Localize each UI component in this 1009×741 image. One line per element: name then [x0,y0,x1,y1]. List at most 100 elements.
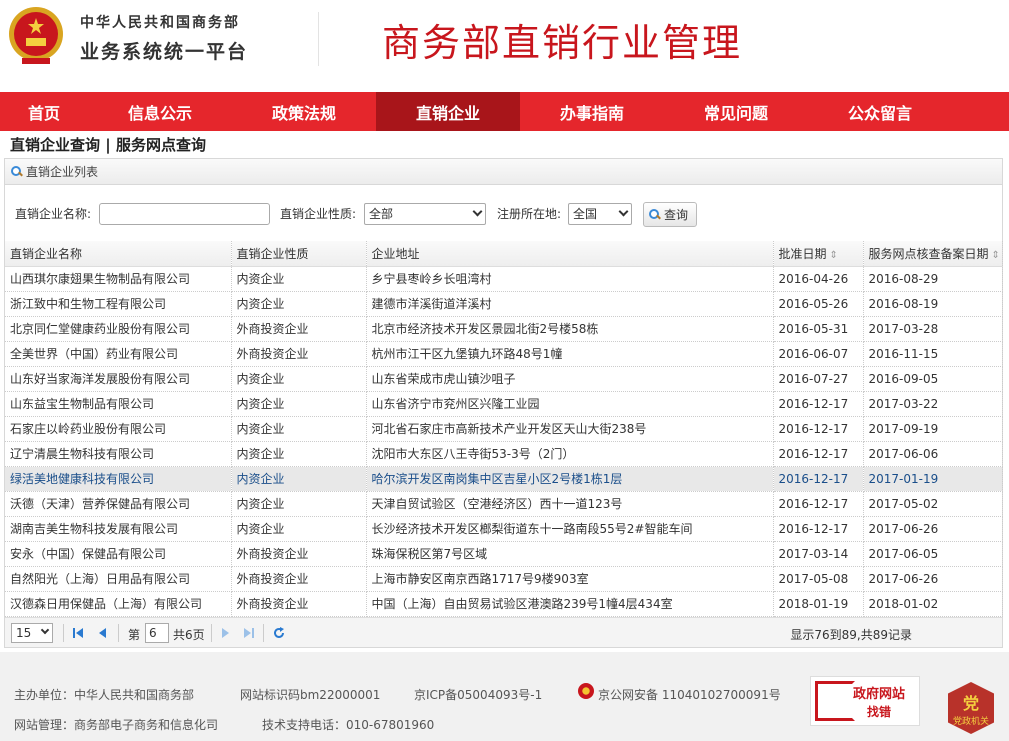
current-page-input[interactable]: 6 [145,623,169,643]
table-row[interactable]: 汉德森日用保健品（上海）有限公司 外商投资企业 中国（上海）自由贸易试验区港澳路23… [5,591,1003,617]
nav-item-enterprises[interactable]: 直销企业 [376,92,520,131]
table-row[interactable]: 辽宁清晨生物科技有限公司 内资企业 沈阳市大东区八王寺街53-3号（2门） 2016-… [5,441,1003,467]
table-row[interactable]: 山东好当家海洋发展股份有限公司 内资企业 山东省荣成市虎山镇沙咀子 2016-07-2… [5,366,1003,392]
col-header-approval-date[interactable]: 批准日期 [773,241,864,267]
enterprise-name-input[interactable] [99,203,270,225]
footer-police-record[interactable]: 京公网安备 11040102700091号 [598,686,781,703]
refresh-icon[interactable] [273,626,285,640]
cell-approval-date: 2016-12-17 [773,491,864,517]
footer-manager: 网站管理：商务部电子商务和信息化司 [14,718,219,732]
table-row[interactable]: 绿活美地健康科技有限公司 内资企业 哈尔滨开发区南岗集中区吉星小区2号楼1栋1层 20… [5,466,1003,492]
page-size-value: 15 [16,626,32,640]
cell-approval-date: 2017-05-08 [773,566,864,592]
page-size-select[interactable]: 15 [11,623,53,643]
footer-site-id: 网站标识码bm22000001 [240,688,381,702]
section-tabs: 直销企业查询 | 服务网点查询 [10,134,206,155]
cell-name: 浙江致中和生物工程有限公司 [5,291,232,317]
region-value: 全国 [573,207,598,221]
nav-item-messages[interactable]: 公众留言 [808,92,952,131]
cell-type: 内资企业 [231,491,367,517]
cell-type: 外商投资企业 [231,591,367,617]
cell-approval-date: 2016-06-07 [773,341,864,367]
gov-badge-line1: 政府网站 [853,687,906,702]
cell-filing-date: 2017-06-26 [863,516,1003,542]
cell-type: 内资企业 [231,366,367,392]
party-badge-sub: 党政机关 [952,717,989,727]
enterprise-type-select[interactable]: 全部 [364,203,486,225]
first-page-icon[interactable] [72,626,84,640]
cell-name: 汉德森日用保健品（上海）有限公司 [5,591,232,617]
gov-website-error-report-badge[interactable]: 政府网站 找错 [810,676,920,726]
table-row[interactable]: 山西琪尔康翅果生物制品有限公司 内资企业 乡宁县枣岭乡长咀湾村 2016-04-26 2… [5,266,1003,292]
cell-approval-date: 2016-12-17 [773,391,864,417]
org-name: 中华人民共和国商务部 业务系统统一平台 [80,12,248,64]
page-prefix: 第 [128,628,141,642]
table-row[interactable]: 石家庄以岭药业股份有限公司 内资企业 河北省石家庄市高新技术产业开发区天山大街238… [5,416,1003,442]
table-row[interactable]: 安永（中国）保健品有限公司 外商投资企业 珠海保税区第7号区域 2017-03-14 2… [5,541,1003,567]
pager-divider [211,624,212,642]
footer-support: 技术支持电话：010-67801960 [262,718,435,732]
cell-name: 石家庄以岭药业股份有限公司 [5,416,232,442]
current-page-value: 6 [149,626,157,640]
table-row[interactable]: 沃德（天津）营养保健品有限公司 内资企业 天津自贸试验区（空港经济区）西十一道123… [5,491,1003,517]
cell-approval-date: 2017-03-14 [773,541,864,567]
nav-item-info[interactable]: 信息公示 [88,92,232,131]
name-label: 直销企业名称: [15,207,92,221]
cell-name: 辽宁清晨生物科技有限公司 [5,441,232,467]
cell-name: 山东益宝生物制品有限公司 [5,391,232,417]
cell-address: 沈阳市大东区八王寺街53-3号（2门） [366,441,774,467]
col-header-type[interactable]: 直销企业性质 [231,241,367,267]
search-button-label: 查询 [664,208,689,222]
pagination-bar: 15 第 6 共6页 显示76到89,共89记录 [5,617,1002,647]
cell-type: 外商投资企业 [231,316,367,342]
search-button[interactable]: 查询 [643,202,697,227]
table-row[interactable]: 山东益宝生物制品有限公司 内资企业 山东省济宁市兖州区兴隆工业园 2016-12-17… [5,391,1003,417]
table-header-row: 直销企业名称 直销企业性质 企业地址 批准日期 服务网点核查备案日期 [5,241,1003,267]
cell-type: 外商投资企业 [231,341,367,367]
cell-filing-date: 2017-01-19 [863,466,1003,492]
org-name-line1: 中华人民共和国商务部 [80,15,240,31]
table-row[interactable]: 湖南吉美生物科技发展有限公司 内资企业 长沙经济技术开发区榔梨街道东十一路南段55号… [5,516,1003,542]
site-footer: 主办单位：中华人民共和国商务部 网站标识码bm22000001 京ICP备050… [0,652,1009,741]
next-page-icon[interactable] [219,626,231,640]
cell-approval-date: 2016-05-31 [773,316,864,342]
table-row[interactable]: 浙江致中和生物工程有限公司 内资企业 建德市洋溪街道洋溪村 2016-05-26 201… [5,291,1003,317]
enterprise-type-value: 全部 [369,207,394,221]
cell-filing-date: 2017-09-19 [863,416,1003,442]
cell-approval-date: 2016-12-17 [773,516,864,542]
nav-item-faq[interactable]: 常见问题 [664,92,808,131]
magnifier-icon [815,681,855,721]
table-row[interactable]: 全美世界（中国）药业有限公司 外商投资企业 杭州市江干区九堡镇九环路48号1幢 201… [5,341,1003,367]
tab-enterprise-query[interactable]: 直销企业查询 [10,136,100,154]
nav-item-guide[interactable]: 办事指南 [520,92,664,131]
cell-type: 外商投资企业 [231,541,367,567]
cell-filing-date: 2016-08-29 [863,266,1003,292]
prev-page-icon[interactable] [97,626,109,640]
search-icon [649,209,660,220]
cell-address: 河北省石家庄市高新技术产业开发区天山大街238号 [366,416,774,442]
footer-icp[interactable]: 京ICP备05004093号-1 [414,686,542,703]
tab-service-point-query[interactable]: 服务网点查询 [116,136,206,154]
party-government-org-badge[interactable]: 党 党政机关 [948,682,994,734]
cell-name: 山西琪尔康翅果生物制品有限公司 [5,266,232,292]
search-icon [11,166,22,177]
col-header-filing-date[interactable]: 服务网点核查备案日期 [863,241,1003,267]
cell-type: 内资企业 [231,516,367,542]
cell-type: 内资企业 [231,291,367,317]
last-page-icon[interactable] [243,626,255,640]
enterprise-table: 直销企业名称 直销企业性质 企业地址 批准日期 服务网点核查备案日期 山西琪尔康… [5,241,1003,617]
nav-item-home[interactable]: 首页 [0,92,88,131]
chevron-down-icon [40,625,50,635]
panel-header: 直销企业列表 [5,159,1002,185]
cell-filing-date: 2018-01-02 [863,591,1003,617]
cell-name: 自然阳光（上海）日用品有限公司 [5,566,232,592]
cell-name: 绿活美地健康科技有限公司 [5,466,232,492]
table-row[interactable]: 北京同仁堂健康药业股份有限公司 外商投资企业 北京市经济技术开发区景园北街2号楼58… [5,316,1003,342]
nav-item-policy[interactable]: 政策法规 [232,92,376,131]
col-header-name[interactable]: 直销企业名称 [5,241,232,267]
region-select[interactable]: 全国 [568,203,632,225]
cell-name: 北京同仁堂健康药业股份有限公司 [5,316,232,342]
cell-address: 长沙经济技术开发区榔梨街道东十一路南段55号2#智能车间 [366,516,774,542]
col-header-address[interactable]: 企业地址 [366,241,774,267]
table-row[interactable]: 自然阳光（上海）日用品有限公司 外商投资企业 上海市静安区南京西路1717号9楼90… [5,566,1003,592]
